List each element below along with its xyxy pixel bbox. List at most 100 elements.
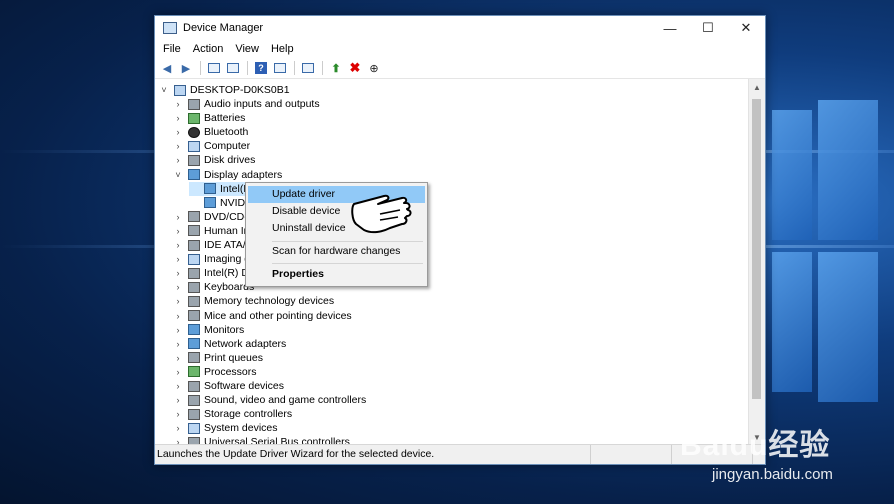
scan-hardware-monitor-icon[interactable]: [299, 60, 317, 76]
tree-item[interactable]: › Mice and other pointing devices: [173, 309, 352, 323]
tree-item-label: Bluetooth: [204, 126, 249, 139]
properties-icon[interactable]: [224, 60, 242, 76]
toolbar-separator: [200, 61, 201, 75]
tree-item-label: Processors: [204, 365, 257, 378]
device-category-icon: [188, 366, 200, 378]
tree-item-label: Mice and other pointing devices: [204, 309, 352, 322]
tree-item[interactable]: › Batteries: [173, 111, 246, 125]
chevron-right-icon[interactable]: ›: [173, 226, 183, 236]
tree-item[interactable]: › Bluetooth: [173, 125, 249, 139]
tree-item[interactable]: › Monitors: [173, 323, 245, 337]
chevron-right-icon[interactable]: ›: [173, 240, 183, 250]
tree-item[interactable]: › Processors: [173, 365, 257, 379]
tree-root[interactable]: ˅ DESKTOP-D0KS0B1: [159, 83, 290, 97]
chevron-right-icon[interactable]: ›: [173, 325, 183, 335]
tree-item[interactable]: › Audio inputs and outputs: [173, 97, 320, 111]
tree-item[interactable]: › Keyboards: [173, 280, 255, 294]
tree-item[interactable]: Intel(R: [189, 181, 251, 196]
menu-help[interactable]: Help: [265, 43, 300, 55]
chevron-right-icon[interactable]: ›: [173, 99, 183, 109]
tree-item[interactable]: › System devices: [173, 421, 278, 435]
chevron-right-icon[interactable]: ›: [173, 296, 183, 306]
tree-item-label: Software devices: [204, 380, 284, 392]
menu-view[interactable]: View: [229, 43, 265, 55]
device-category-icon: [188, 98, 200, 110]
tree-item[interactable]: › Intel(R) Dy: [173, 266, 255, 280]
chevron-right-icon[interactable]: ›: [173, 311, 183, 321]
help-icon[interactable]: ?: [252, 60, 270, 76]
properties-menu-item[interactable]: Properties: [248, 266, 425, 283]
show-hide-console-tree-icon[interactable]: [205, 60, 223, 76]
maximize-button[interactable]: ☐: [689, 16, 727, 40]
action-pane-icon[interactable]: [271, 60, 289, 76]
chevron-right-icon[interactable]: ›: [173, 395, 183, 405]
baidu-watermark-url: jingyan.baidu.com: [712, 466, 833, 483]
tree-item[interactable]: › DVD/CD-I: [173, 210, 251, 224]
forward-arrow-icon[interactable]: ▶: [177, 60, 195, 76]
tree-item-label: System devices: [204, 422, 278, 435]
close-button[interactable]: ✕: [727, 16, 765, 40]
chevron-right-icon[interactable]: ›: [173, 254, 183, 264]
device-category-icon: [188, 267, 200, 279]
device-category-icon: [188, 352, 200, 364]
update-driver-icon[interactable]: ⬆: [327, 60, 345, 76]
chevron-right-icon[interactable]: ›: [173, 155, 183, 165]
tree-item[interactable]: › Human In: [173, 224, 250, 238]
tree-item[interactable]: › Sound, video and game controllers: [173, 393, 367, 407]
status-bar: Launches the Update Driver Wizard for th…: [155, 444, 765, 464]
tree-item-label: Computer: [204, 140, 251, 153]
tree-item[interactable]: › Memory technology devices: [173, 294, 335, 308]
tree-item-label: Display adapters: [204, 168, 283, 181]
vertical-scrollbar[interactable]: ▲ ▼: [748, 79, 765, 445]
tree-item[interactable]: › Storage controllers: [173, 407, 293, 421]
menu-file[interactable]: File: [157, 43, 187, 55]
scroll-thumb[interactable]: [752, 99, 761, 399]
chevron-right-icon[interactable]: ›: [173, 423, 183, 433]
chevron-right-icon[interactable]: ›: [173, 268, 183, 278]
chevron-right-icon[interactable]: ›: [173, 339, 183, 349]
baidu-watermark-logo: Baidu经验: [680, 429, 831, 462]
toolbar-separator: [294, 61, 295, 75]
download-circle-icon[interactable]: ⊕: [365, 60, 383, 76]
device-category-icon: [188, 394, 200, 406]
tree-item[interactable]: › Disk drives: [173, 153, 256, 167]
device-category-icon: [188, 140, 200, 152]
menu-action[interactable]: Action: [187, 43, 230, 55]
tree-item[interactable]: › Computer: [173, 139, 251, 153]
menu-bar: File Action View Help: [155, 40, 765, 58]
chevron-right-icon[interactable]: ›: [173, 367, 183, 377]
tree-item[interactable]: › Imaging d: [173, 252, 251, 266]
tree-item-label: Disk drives: [204, 154, 256, 167]
uninstall-x-icon[interactable]: ✖: [346, 60, 364, 76]
device-category-icon: [188, 281, 200, 293]
minimize-button[interactable]: —: [651, 16, 689, 40]
tree-item-label: Memory technology devices: [204, 295, 335, 308]
tree-item[interactable]: › IDE ATA/A: [173, 238, 253, 252]
device-category-icon: [188, 324, 200, 336]
tree-item-label: Storage controllers: [204, 408, 293, 421]
tree-item[interactable]: › Network adapters: [173, 337, 287, 351]
chevron-right-icon[interactable]: ›: [173, 381, 183, 391]
back-arrow-icon[interactable]: ◀: [158, 60, 176, 76]
chevron-right-icon[interactable]: ›: [173, 113, 183, 123]
scan-hardware-menu-item[interactable]: Scan for hardware changes: [248, 243, 425, 260]
scroll-up-icon[interactable]: ▲: [749, 79, 765, 95]
device-category-icon: [204, 197, 216, 209]
windows-logo-pane: [772, 252, 812, 392]
tree-item[interactable]: ˅ Display adapters: [173, 168, 282, 182]
chevron-right-icon[interactable]: ›: [173, 409, 183, 419]
windows-logo-pane: [772, 110, 812, 240]
chevron-down-icon[interactable]: ˅: [159, 85, 169, 95]
chevron-down-icon[interactable]: ˅: [173, 170, 183, 180]
chevron-right-icon[interactable]: ›: [173, 212, 183, 222]
tree-root-label: DESKTOP-D0KS0B1: [190, 84, 290, 96]
tree-item[interactable]: › Print queues: [173, 351, 263, 365]
device-category-icon: [188, 126, 200, 138]
tree-item[interactable]: › Software devices: [173, 379, 284, 393]
chevron-right-icon[interactable]: ›: [173, 353, 183, 363]
chevron-right-icon[interactable]: ›: [173, 127, 183, 137]
chevron-right-icon[interactable]: ›: [173, 282, 183, 292]
tree-item-label: Sound, video and game controllers: [204, 394, 367, 407]
chevron-right-icon[interactable]: ›: [173, 141, 183, 151]
tree-item-label: Imaging d: [204, 253, 251, 266]
